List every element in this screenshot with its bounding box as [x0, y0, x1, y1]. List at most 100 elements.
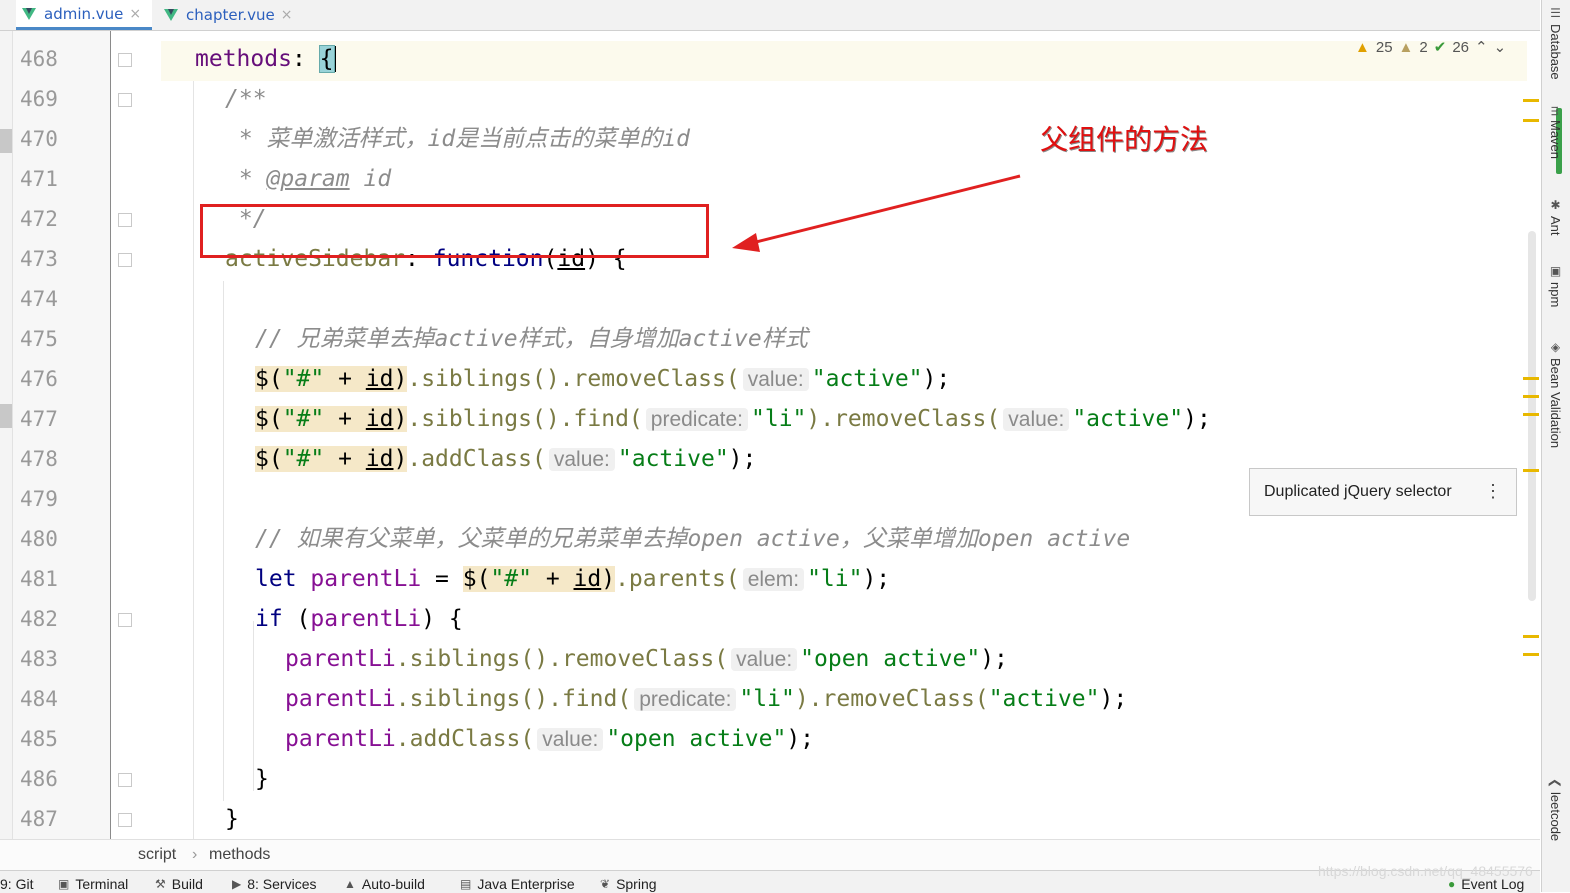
close-icon[interactable]: ×: [281, 7, 293, 23]
warning-stripe[interactable]: [1523, 413, 1539, 416]
tab-admin-vue[interactable]: admin.vue ×: [16, 0, 152, 30]
maven-icon: m: [1548, 106, 1563, 116]
chevron-up-icon[interactable]: ⌃: [1475, 38, 1488, 56]
tool-bean-validation[interactable]: ◈ Bean Validation: [1541, 340, 1570, 464]
hammer-icon: ⚒: [155, 877, 166, 891]
tool-label: Bean Validation: [1548, 358, 1563, 449]
code-token: );: [922, 366, 951, 392]
close-icon[interactable]: ×: [129, 6, 141, 22]
code-line-477[interactable]: $("#" + id).siblings().find(predicate: "l…: [255, 399, 1211, 439]
tool-leetcode[interactable]: ❮ leetcode: [1541, 778, 1570, 858]
code-token: id: [365, 446, 394, 472]
warning-stripe[interactable]: [1523, 99, 1539, 102]
warning-stripe[interactable]: [1523, 635, 1539, 638]
tool-npm[interactable]: ▣ npm: [1541, 264, 1570, 324]
tooltip-text: Duplicated jQuery selector: [1264, 483, 1452, 500]
warning-stripe[interactable]: [1523, 377, 1539, 380]
code-line-480[interactable]: // 如果有父菜单，父菜单的兄弟菜单去掉open active，父菜单增加ope…: [255, 519, 1130, 559]
code-token: "li": [807, 566, 863, 592]
tab-label: chapter.vue: [186, 6, 275, 24]
bean-icon: ◈: [1548, 340, 1563, 354]
line-number: 471: [20, 167, 58, 191]
jquery-selector: $("#" + id): [255, 406, 408, 432]
code-token: parentLi: [285, 726, 396, 752]
warning-stripe[interactable]: [1523, 119, 1539, 122]
code-token: *: [225, 166, 267, 192]
fold-toggle-icon[interactable]: [118, 93, 132, 107]
jquery-selector: $("#" + id): [462, 566, 616, 592]
tab-chapter-vue[interactable]: chapter.vue ×: [158, 0, 292, 30]
tool-maven[interactable]: m Maven: [1541, 106, 1570, 186]
warning-stripe[interactable]: [1523, 653, 1539, 656]
line-number: 482: [20, 607, 58, 631]
tool-label: 9: Git: [0, 876, 34, 892]
build-tool-button[interactable]: ⚒ Build: [155, 876, 203, 892]
code-line-478[interactable]: $("#" + id).addClass(value: "active");: [255, 439, 756, 479]
fold-toggle-icon[interactable]: [118, 813, 132, 827]
tab-label: admin.vue: [44, 4, 124, 23]
spring-tool-button[interactable]: ❦ Spring: [600, 876, 657, 892]
parameter-hint: value:: [731, 648, 798, 671]
tool-label: Terminal: [75, 876, 129, 892]
line-number: 474: [20, 287, 58, 311]
code-token: +: [324, 366, 366, 392]
warning-stripe[interactable]: [1523, 395, 1539, 398]
line-number: 483: [20, 647, 58, 671]
parameter-hint: value:: [537, 728, 604, 751]
terminal-tool-button[interactable]: ▣ Terminal: [58, 876, 128, 892]
fold-toggle-icon[interactable]: [118, 53, 132, 67]
code-line-469[interactable]: /**: [225, 79, 267, 119]
code-line-484[interactable]: parentLi.siblings().find(predicate: "li")…: [285, 679, 1127, 719]
fold-toggle-icon[interactable]: [118, 773, 132, 787]
fold-toggle-icon[interactable]: [118, 253, 132, 267]
auto-build-tool-button[interactable]: ▲ Auto-build: [344, 876, 425, 892]
chevron-down-icon[interactable]: ⌄: [1494, 38, 1507, 56]
code-token: "active": [1072, 406, 1184, 432]
code-token: "open active": [606, 726, 787, 752]
git-tool-button[interactable]: 9: Git: [0, 876, 33, 892]
tool-label: leetcode: [1548, 792, 1563, 842]
services-icon: ▶: [232, 877, 242, 891]
code-editor[interactable]: 468 469 470 471 472 473 474 475 476 477 …: [0, 31, 1540, 839]
tool-ant[interactable]: ✱ Ant: [1541, 198, 1570, 252]
code-line-482[interactable]: if (parentLi) {: [255, 599, 463, 639]
code-line-481[interactable]: let parentLi = $("#" + id).parents(elem:…: [255, 559, 890, 599]
code-token: "#": [282, 366, 325, 392]
fold-toggle-icon[interactable]: [118, 213, 132, 227]
event-log-icon: ●: [1448, 877, 1456, 891]
indent-guide: [193, 81, 194, 839]
breadcrumb-item[interactable]: methods: [209, 846, 270, 864]
code-line-483[interactable]: parentLi.siblings().removeClass(value: "o…: [285, 639, 1008, 679]
code-token: "li": [739, 686, 795, 712]
annotation-label: 父组件的方法: [1040, 123, 1209, 156]
code-line-470[interactable]: * 菜单激活样式，id是当前点击的菜单的id: [225, 119, 690, 159]
inspection-widget[interactable]: ▲ 25 ▲ 2 ✔ 26 ⌃ ⌄: [1355, 37, 1512, 57]
code-token: );: [862, 566, 891, 592]
code-token: "open active": [800, 646, 981, 672]
warning-icon: ▲: [344, 877, 356, 891]
code-line-468[interactable]: methods: {: [195, 39, 336, 79]
tool-window-bar: 9: Git ▣ Terminal ⚒ Build ▶ 8: Services ▲ Au…: [0, 870, 1540, 893]
more-options-icon[interactable]: ⋮: [1484, 481, 1502, 502]
code-line-485[interactable]: parentLi.addClass(value: "open active");: [285, 719, 814, 759]
tool-label: npm: [1548, 282, 1563, 308]
code-line-471[interactable]: * @param id: [225, 159, 391, 199]
code-line-487[interactable]: }: [225, 799, 239, 839]
code-token: @param: [266, 166, 350, 192]
tool-label: Spring: [616, 876, 657, 892]
line-number: 486: [20, 767, 58, 791]
inspection-tooltip[interactable]: Duplicated jQuery selector ⋮: [1249, 468, 1517, 516]
line-number: 472: [20, 207, 58, 231]
fold-toggle-icon[interactable]: [118, 613, 132, 627]
services-tool-button[interactable]: ▶ 8: Services: [232, 876, 316, 892]
line-number: 481: [20, 567, 58, 591]
java-enterprise-tool-button[interactable]: ▤ Java Enterprise: [460, 876, 575, 892]
code-line-475[interactable]: // 兄弟菜单去掉active样式，自身增加active样式: [255, 319, 808, 359]
vertical-scrollbar[interactable]: [1528, 231, 1536, 601]
breadcrumb-item[interactable]: script: [138, 846, 176, 864]
parameter-hint: value:: [742, 368, 809, 391]
warning-stripe[interactable]: [1523, 469, 1539, 472]
code-line-486[interactable]: }: [255, 759, 269, 799]
code-line-476[interactable]: $("#" + id).siblings().removeClass(value…: [255, 359, 950, 399]
tool-database[interactable]: ☰ Database: [1541, 6, 1570, 92]
